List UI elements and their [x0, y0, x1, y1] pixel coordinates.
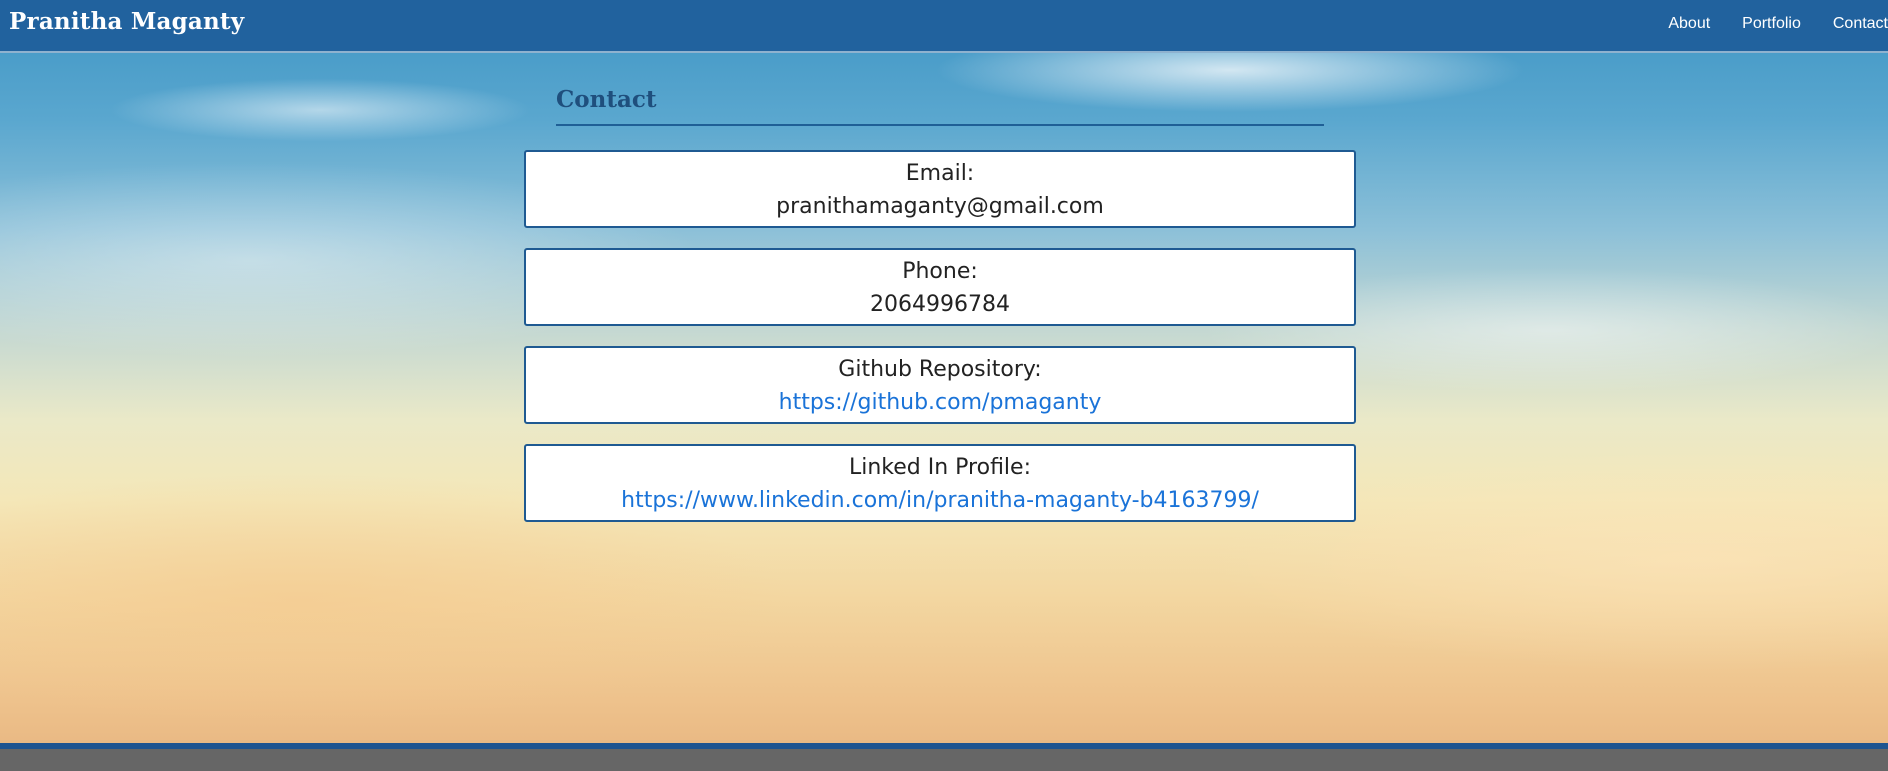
linkedin-label: Linked In Profile:: [848, 455, 1031, 480]
email-label: Email:: [905, 161, 975, 186]
linkedin-link-wrapper: https://www.linkedin.com/in/pranitha-mag…: [526, 483, 1354, 519]
contact-section-title: Contact: [556, 86, 1324, 126]
page-footer: [0, 743, 1888, 771]
site-brand[interactable]: Pranitha Maganty: [9, 8, 244, 35]
phone-card: Phone: 2064996784: [524, 248, 1356, 326]
top-navbar: Pranitha Maganty About Portfolio Contact: [0, 0, 1888, 53]
phone-value: 2064996784: [870, 292, 1010, 317]
contact-card-list: Email: pranithamaganty@gmail.com Phone: …: [524, 150, 1356, 542]
github-card: Github Repository: https://github.com/pm…: [524, 346, 1356, 424]
nav-menu: About Portfolio Contact: [1668, 15, 1888, 33]
phone-label: Phone:: [902, 259, 978, 284]
linkedin-link[interactable]: https://www.linkedin.com/in/pranitha-mag…: [621, 488, 1259, 513]
github-link[interactable]: https://github.com/pmaganty: [779, 390, 1102, 415]
nav-link-contact[interactable]: Contact: [1833, 15, 1888, 33]
email-card: Email: pranithamaganty@gmail.com: [524, 150, 1356, 228]
nav-link-about[interactable]: About: [1668, 15, 1710, 33]
github-link-wrapper: https://github.com/pmaganty: [526, 385, 1354, 421]
nav-link-portfolio[interactable]: Portfolio: [1742, 15, 1801, 33]
email-value: pranithamaganty@gmail.com: [776, 194, 1104, 219]
linkedin-card: Linked In Profile: https://www.linkedin.…: [524, 444, 1356, 522]
github-label: Github Repository:: [838, 357, 1042, 382]
